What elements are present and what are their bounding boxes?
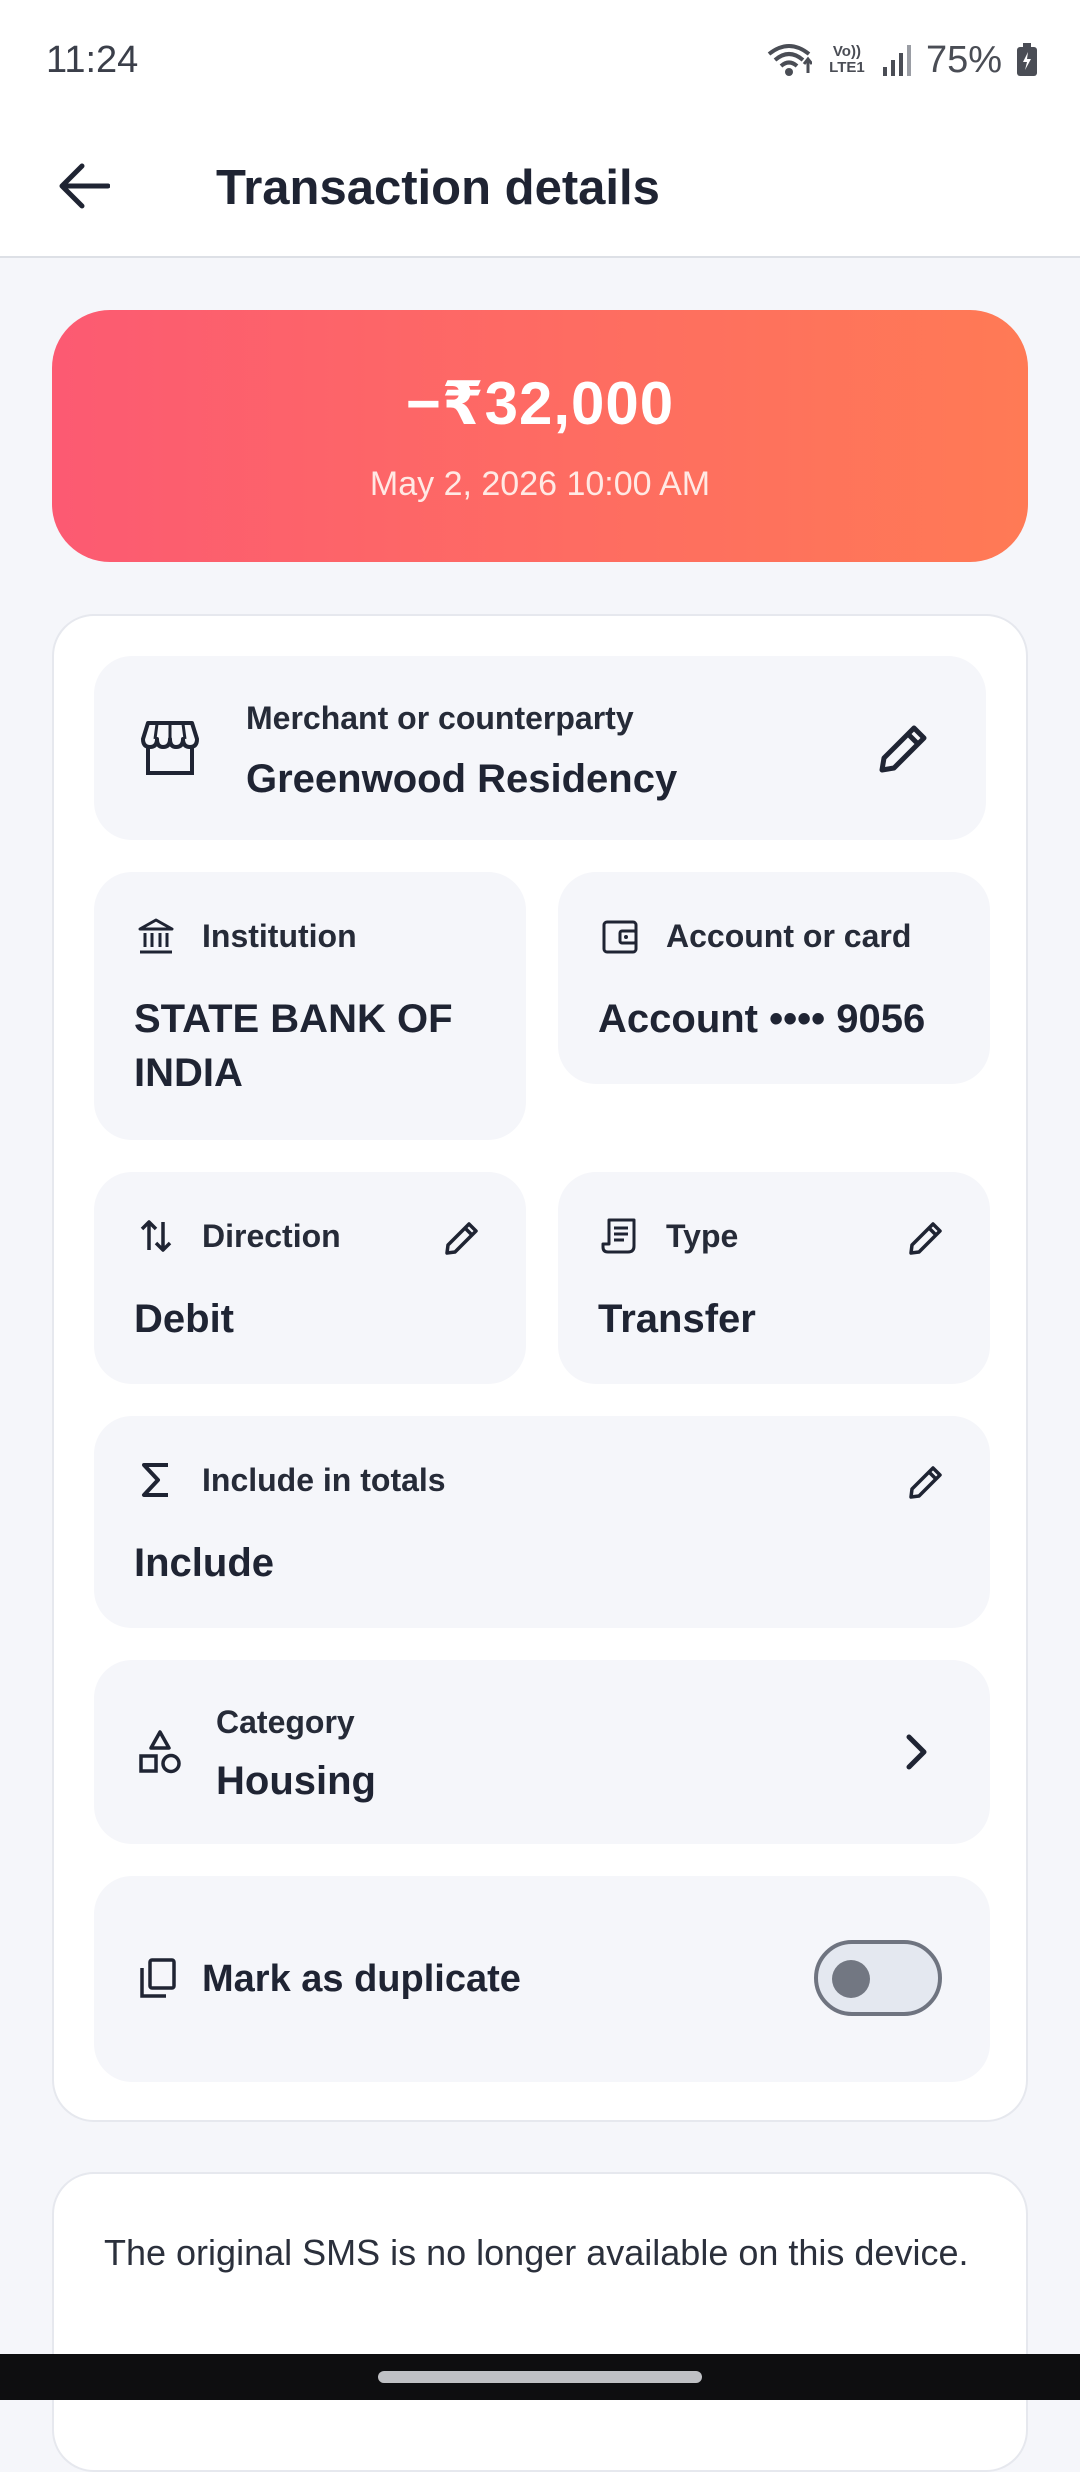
volte-lte-icon: Vo)) LTE1	[829, 43, 865, 76]
edit-include-totals-button[interactable]	[898, 1456, 954, 1512]
institution-label: Institution	[202, 918, 357, 954]
edit-type-button[interactable]	[898, 1212, 954, 1268]
include-totals-value: Include	[134, 1541, 275, 1585]
direction-label: Direction	[202, 1218, 341, 1254]
swap-vertical-icon	[134, 1214, 178, 1258]
include-totals-label: Include in totals	[202, 1462, 446, 1498]
institution-value: STATE BANK OF INDIA	[134, 997, 453, 1095]
type-value: Transfer	[598, 1297, 756, 1341]
edit-direction-button[interactable]	[434, 1212, 490, 1268]
pencil-icon	[443, 1219, 481, 1262]
account-tile: Account or card Account •••• 9056	[558, 872, 990, 1084]
category-shapes-icon	[134, 1726, 186, 1778]
institution-tile: Institution STATE BANK OF INDIA	[94, 872, 526, 1140]
account-value: Account •••• 9056	[598, 997, 926, 1041]
wifi-icon	[766, 40, 812, 80]
pencil-icon	[876, 720, 932, 781]
duplicate-toggle[interactable]	[814, 1940, 942, 2016]
details-card: Merchant or counterparty Greenwood Resid…	[52, 614, 1028, 2122]
sigma-icon	[134, 1458, 178, 1502]
arrow-back-icon	[58, 163, 111, 214]
transaction-date: May 2, 2026 10:00 AM	[369, 464, 711, 503]
duplicate-label: Mark as duplicate	[202, 1958, 521, 2000]
battery-percent: 75%	[925, 38, 1002, 81]
transaction-amount: −₹32,000	[405, 369, 675, 437]
status-icons: Vo)) LTE1 75%	[766, 39, 1038, 82]
copy-icon	[134, 1954, 182, 2002]
wallet-icon	[598, 914, 642, 958]
page-title: Transaction details	[216, 161, 660, 215]
category-label: Category	[216, 1704, 355, 1740]
direction-value: Debit	[134, 1297, 234, 1341]
edit-merchant-button[interactable]	[866, 712, 942, 788]
amount-banner: −₹32,000 May 2, 2026 10:00 AM	[52, 310, 1028, 562]
bank-icon	[134, 914, 178, 958]
chevron-right-icon	[890, 1726, 942, 1778]
toggle-knob	[832, 1960, 870, 1998]
merchant-tile[interactable]: Merchant or counterparty Greenwood Resid…	[94, 656, 986, 840]
status-time: 11:24	[46, 38, 139, 81]
navigation-bar	[0, 2354, 1080, 2400]
category-row[interactable]: Category Housing	[94, 1660, 990, 1844]
duplicate-row: Mark as duplicate	[94, 1876, 990, 2082]
account-label: Account or card	[666, 918, 912, 954]
category-value: Housing	[216, 1759, 376, 1803]
back-button[interactable]	[34, 138, 134, 238]
sms-card: The original SMS is no longer available …	[52, 2172, 1028, 2472]
include-totals-tile: Include in totals Include	[94, 1416, 990, 1628]
app-bar: Transaction details	[0, 120, 1080, 258]
type-tile: Type Transfer	[558, 1172, 990, 1384]
storefront-icon	[138, 716, 202, 780]
direction-tile: Direction Debit	[94, 1172, 526, 1384]
merchant-label: Merchant or counterparty	[246, 700, 634, 736]
battery-icon	[1016, 43, 1038, 77]
type-label: Type	[666, 1218, 739, 1254]
home-gesture-handle[interactable]	[378, 2371, 702, 2383]
signal-icon	[882, 43, 912, 77]
pencil-icon	[907, 1463, 945, 1506]
merchant-value: Greenwood Residency	[246, 757, 678, 801]
receipt-icon	[598, 1214, 642, 1258]
sms-unavailable-message: The original SMS is no longer available …	[104, 2232, 969, 2273]
status-bar: 11:24 Vo)) LTE1 75%	[0, 0, 1080, 120]
pencil-icon	[907, 1219, 945, 1262]
